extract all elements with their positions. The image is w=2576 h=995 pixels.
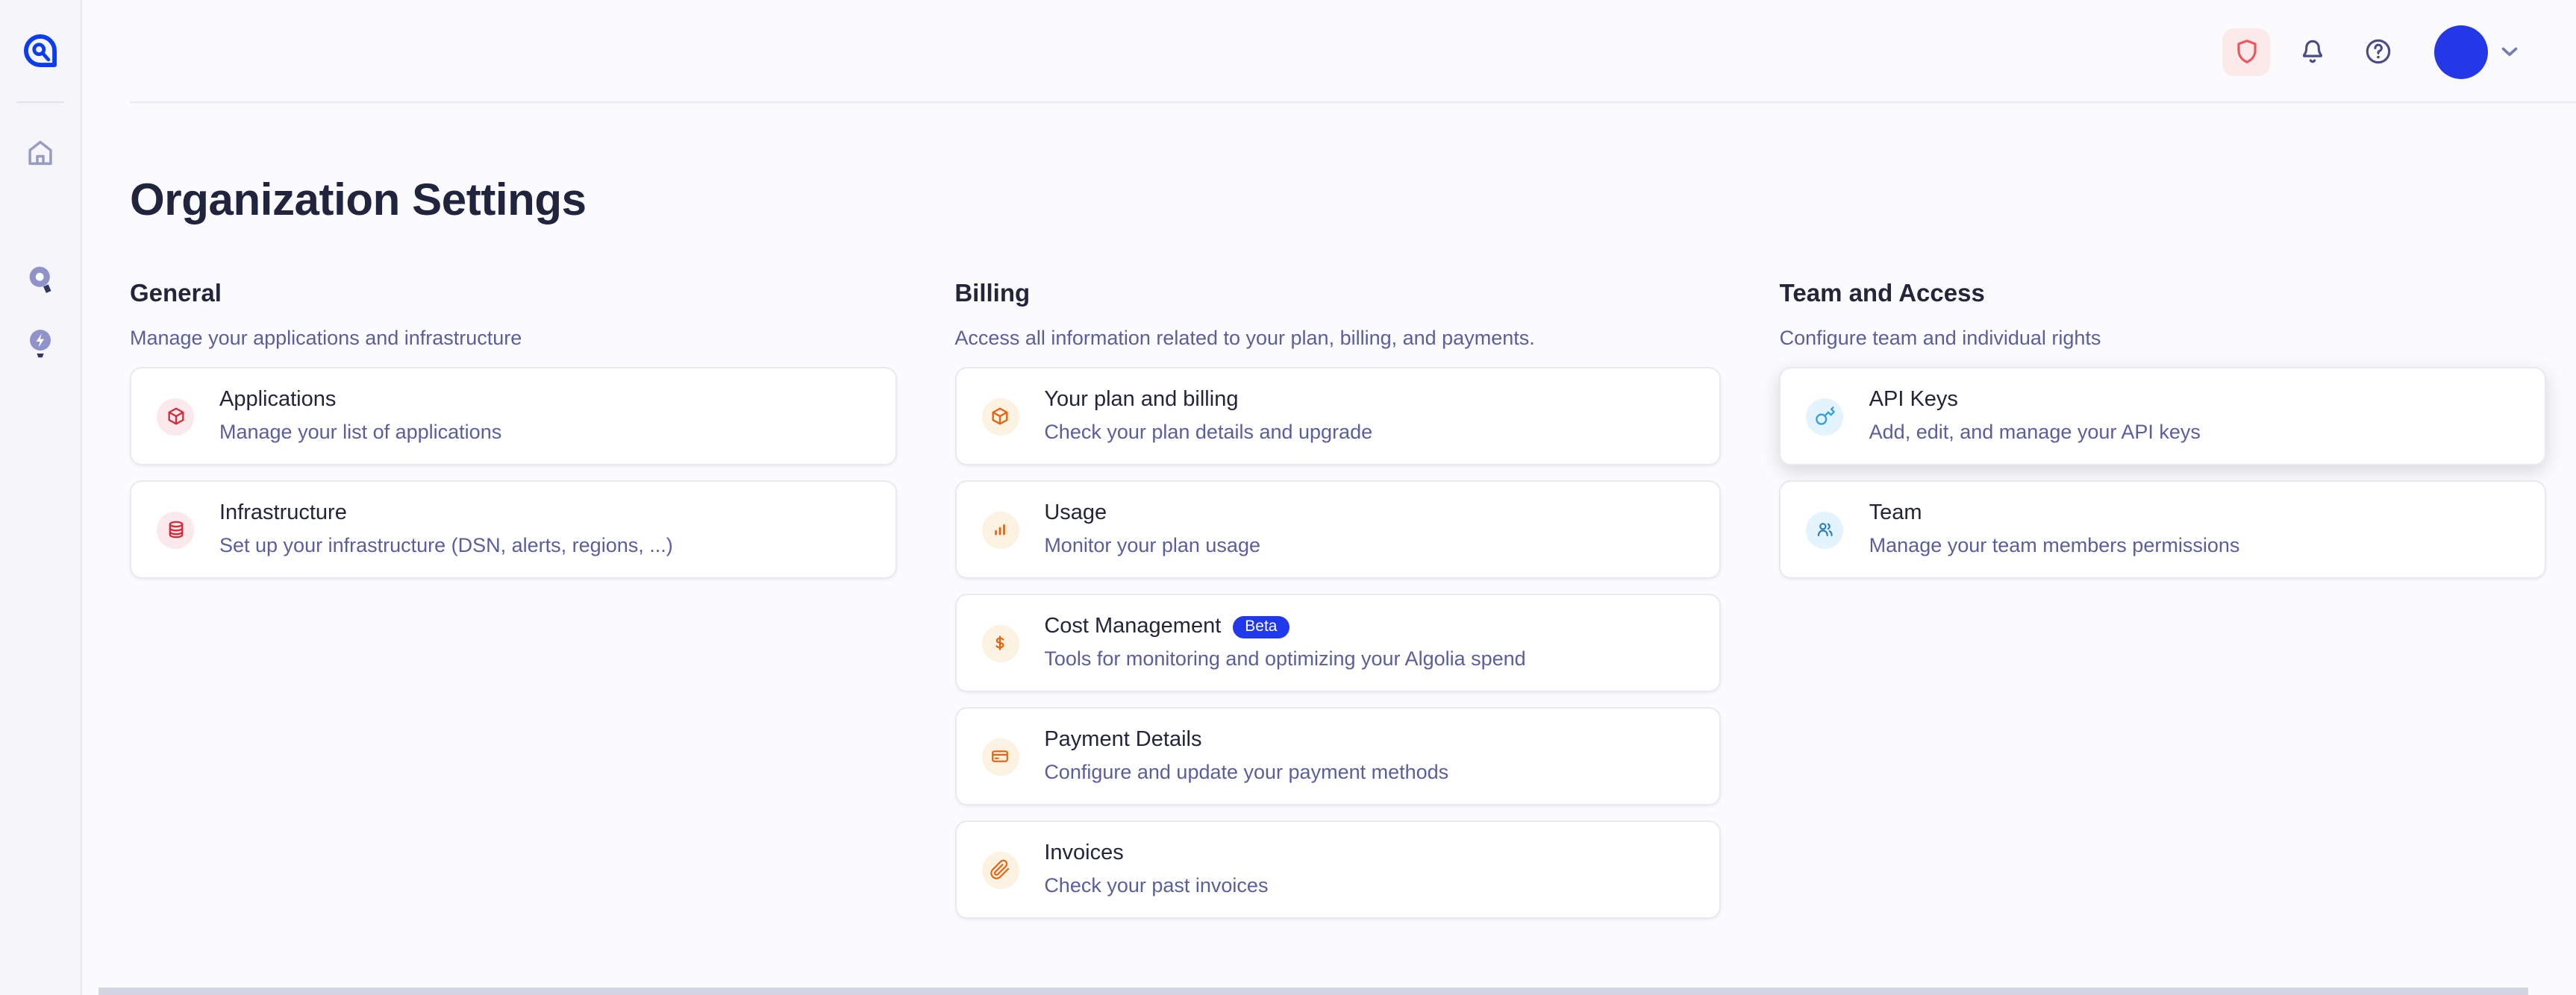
card-text: Infrastructure Set up your infrastructure… [219,500,673,559]
algolia-logo[interactable] [21,31,60,70]
section-title: Billing [954,277,1721,310]
card-description: Set up your infrastructure (DSN, alerts,… [219,533,673,559]
cube-icon [981,398,1019,435]
settings-sections: General Manage your applications and infr… [130,277,2546,934]
sidebar-divider [16,101,64,103]
horizontal-scrollbar[interactable] [99,988,2528,995]
dollar-icon [981,624,1019,662]
bar-chart-icon [981,511,1019,548]
settings-card[interactable]: Invoices Check your past invoices [954,820,1721,919]
card-description: Add, edit, and manage your API keys [1869,419,2201,446]
topbar-actions [2222,0,2522,103]
section-cards: Your plan and billing Check your plan det… [954,367,1721,919]
card-text: Applications Manage your list of applicat… [219,386,501,446]
bell-icon [2296,36,2328,67]
users-icon [1807,511,1844,548]
section-description: Configure team and individual rights [1780,325,2546,352]
section-cards: API Keys Add, edit, and manage your API k… [1780,367,2546,579]
card-description: Monitor your plan usage [1044,533,1260,559]
settings-column: Billing Access all information related to… [954,277,1721,934]
shield-icon [2232,37,2260,66]
account-menu-button[interactable] [2434,25,2522,78]
settings-column: Team and Access Configure team and indivi… [1780,277,2546,594]
section-description: Manage your applications and infrastruct… [130,325,896,352]
sidebar-item-recommend[interactable] [19,322,61,364]
card-title: Cost Management [1044,613,1221,641]
card-description: Check your plan details and upgrade [1044,419,1372,446]
card-description: Check your past invoices [1044,873,1268,900]
section-cards: Applications Manage your list of applicat… [130,367,896,579]
card-title: Usage [1044,500,1107,528]
card-title: Your plan and billing [1044,386,1238,415]
card-title: API Keys [1869,386,1958,415]
question-circle-icon [2362,36,2393,67]
paperclip-icon [981,851,1019,888]
chevron-down-icon [2497,39,2522,64]
sidebar [0,0,82,995]
section-description: Access all information related to your p… [954,325,1721,352]
lightbulb-bolt-icon [22,325,58,361]
card-text: Cost Management Beta Tools for monitoring … [1044,613,1525,673]
settings-card[interactable]: Applications Manage your list of applicat… [130,367,896,465]
avatar [2434,25,2488,78]
settings-card[interactable]: Infrastructure Set up your infrastructure… [130,480,896,579]
card-text: Invoices Check your past invoices [1044,840,1268,900]
card-text: Your plan and billing Check your plan det… [1044,386,1372,446]
settings-card[interactable]: Usage Monitor your plan usage [954,480,1721,579]
topbar [82,0,2576,103]
settings-card[interactable]: Team Manage your team members permissions [1780,480,2546,579]
card-text: Team Manage your team members permissions [1869,500,2240,559]
card-title: Infrastructure [219,500,347,528]
card-description: Configure and update your payment method… [1044,759,1448,786]
settings-card[interactable]: Your plan and billing Check your plan det… [954,367,1721,465]
search-icon [22,263,58,298]
card-description: Tools for monitoring and optimizing your… [1044,646,1525,673]
card-text: API Keys Add, edit, and manage your API k… [1869,386,2201,446]
card-text: Payment Details Configure and update your… [1044,726,1448,786]
settings-card[interactable]: API Keys Add, edit, and manage your API k… [1780,367,2546,465]
home-icon [24,136,57,169]
page-title: Organization Settings [130,175,2546,228]
section-title: Team and Access [1780,277,2546,310]
help-button[interactable] [2360,34,2395,69]
card-description: Manage your list of applications [219,419,501,446]
security-shield-button[interactable] [2222,28,2270,75]
settings-column: General Manage your applications and infr… [130,277,896,594]
settings-card[interactable]: Cost Management Beta Tools for monitoring … [954,594,1721,692]
package-icon [157,398,194,435]
database-icon [157,511,194,548]
sidebar-item-search[interactable] [19,260,61,301]
card-title: Payment Details [1044,726,1201,755]
credit-card-icon [981,738,1019,775]
main-content: Organization Settings General Manage your… [82,103,2576,995]
card-description: Manage your team members permissions [1869,533,2240,559]
card-title: Team [1869,500,1922,528]
card-title: Applications [219,386,336,415]
key-icon [1807,398,1844,435]
card-title: Invoices [1044,840,1123,868]
notifications-bell-button[interactable] [2294,34,2330,69]
section-title: General [130,277,896,310]
card-text: Usage Monitor your plan usage [1044,500,1260,559]
algolia-logo-icon [21,31,60,70]
beta-badge: Beta [1233,616,1289,638]
sidebar-item-home[interactable] [19,131,61,173]
algolia-dashboard: Organization Settings General Manage your… [0,0,2576,995]
settings-card[interactable]: Payment Details Configure and update your… [954,707,1721,806]
